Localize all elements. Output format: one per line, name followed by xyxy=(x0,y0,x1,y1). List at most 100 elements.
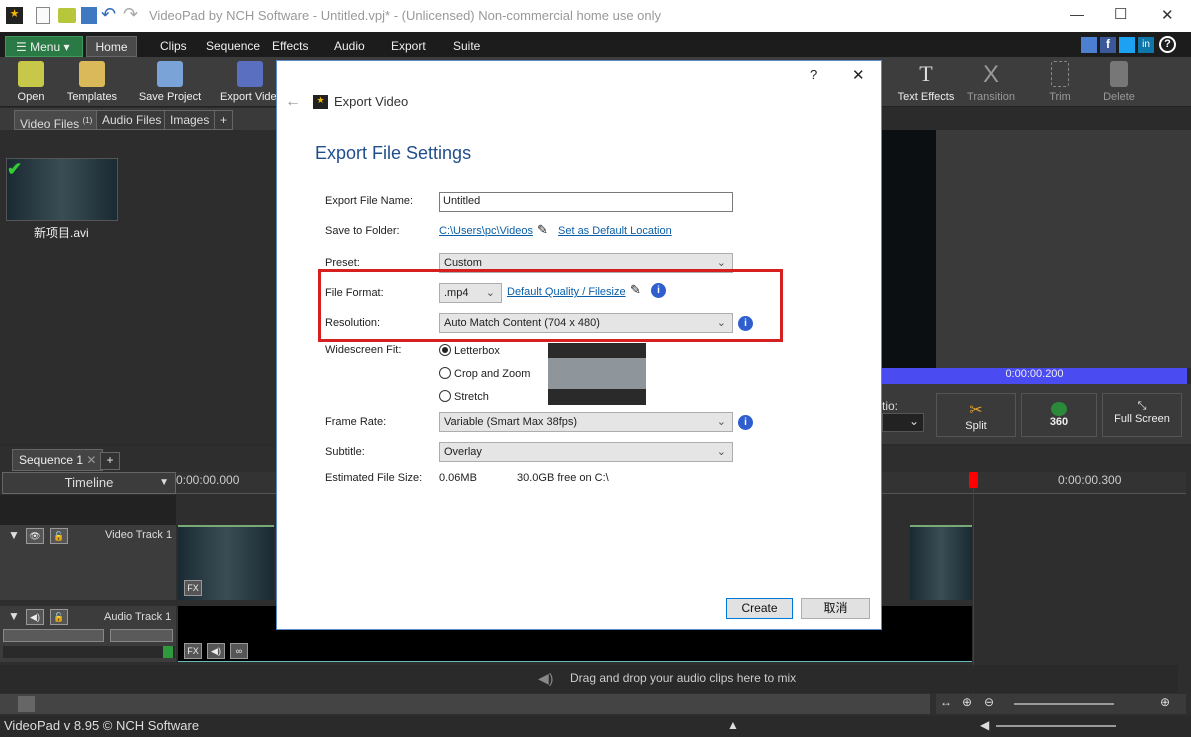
widescreen-preview xyxy=(548,343,646,405)
audio-fx-button[interactable]: FX xyxy=(184,643,202,659)
add-bin-tab[interactable]: + xyxy=(214,110,234,130)
radio-letterbox[interactable]: Letterbox xyxy=(439,344,500,357)
minimize-button[interactable]: — xyxy=(1070,6,1084,22)
collapse-icon[interactable]: ▼ xyxy=(8,528,20,542)
undo-icon[interactable]: ↶ xyxy=(101,4,116,25)
folder-link[interactable]: C:\Users\pc\Videos xyxy=(439,225,533,237)
tab-sequence-1[interactable]: Sequence 1 ✕ xyxy=(12,449,104,471)
facebook-icon[interactable]: f xyxy=(1100,37,1116,53)
transition-button[interactable]: X Transition xyxy=(964,61,1018,103)
tab-effects[interactable]: Effects xyxy=(272,36,308,57)
video-clip[interactable]: FX xyxy=(178,525,274,600)
tab-home[interactable]: Home xyxy=(86,36,137,57)
like-icon[interactable] xyxy=(1081,37,1097,53)
menu-button[interactable]: ☰ Menu ▾ xyxy=(5,36,83,57)
tab-suite[interactable]: Suite xyxy=(453,36,480,57)
zoom-slider[interactable] xyxy=(1014,703,1114,705)
open-icon[interactable] xyxy=(58,8,76,23)
file-name-input[interactable]: Untitled xyxy=(439,192,733,212)
ratio-label: tio: xyxy=(882,399,899,413)
tab-video-files[interactable]: Video Files (1) xyxy=(14,110,99,131)
split-button[interactable]: ✂ Split xyxy=(936,393,1016,437)
edit-pencil-icon[interactable]: ✎ xyxy=(630,282,641,298)
horizontal-scrollbar[interactable] xyxy=(0,694,930,714)
radio-stretch[interactable]: Stretch xyxy=(439,390,489,403)
lock-icon[interactable]: 🔓 xyxy=(50,528,68,544)
help-icon[interactable]: ? xyxy=(1159,36,1176,53)
tab-audio[interactable]: Audio xyxy=(334,36,365,57)
subtitle-dropdown[interactable]: Overlay ⌄ xyxy=(439,442,733,462)
resolution-dropdown[interactable]: Auto Match Content (704 x 480) ⌄ xyxy=(439,313,733,333)
delete-button[interactable]: Delete xyxy=(1098,61,1140,103)
radio-crop-zoom[interactable]: Crop and Zoom xyxy=(439,367,530,380)
dialog-title: Export Video xyxy=(334,94,409,109)
file-format-dropdown[interactable]: .mp4 ⌄ xyxy=(439,283,502,303)
window-title: VideoPad by NCH Software - Untitled.vpj*… xyxy=(149,8,662,23)
redo-icon[interactable]: ↷ xyxy=(123,4,138,25)
tab-export[interactable]: Export xyxy=(391,36,426,57)
tab-images[interactable]: Images xyxy=(164,110,216,130)
audio-drop-zone[interactable]: ◀) Drag and drop your audio clips here t… xyxy=(0,665,1178,693)
fit-icon[interactable]: ↔ xyxy=(940,695,952,709)
tab-sequence[interactable]: Sequence xyxy=(206,36,260,57)
maximize-button[interactable]: ☐ xyxy=(1114,5,1127,23)
edit-pencil-icon[interactable]: ✎ xyxy=(537,222,548,238)
preview-timebar[interactable]: 0:00:00.200 xyxy=(882,368,1187,384)
preview-controls: tio: ⌄ ✂ Split 360 ⤡ Full Screen xyxy=(882,384,1191,444)
zoom-in-icon[interactable]: ⊕ xyxy=(1160,695,1170,709)
info-icon[interactable]: i xyxy=(651,283,666,298)
frame-rate-dropdown[interactable]: Variable (Smart Max 38fps) ⌄ xyxy=(439,412,733,432)
dialog-close-button[interactable]: ✕ xyxy=(852,66,865,84)
linkedin-icon[interactable]: in xyxy=(1138,37,1154,53)
timeline-mode-dropdown[interactable]: Timeline ▼ xyxy=(2,472,176,494)
cancel-button[interactable]: 取消 xyxy=(801,598,870,619)
dialog-help-button[interactable]: ? xyxy=(810,67,817,82)
speaker-icon[interactable]: ◀) xyxy=(26,609,44,625)
save-project-button[interactable]: Save Project xyxy=(136,61,204,103)
eye-icon[interactable]: 👁 xyxy=(26,528,44,544)
audio-track-header: ▼ ◀) 🔓 Audio Track 1 xyxy=(0,606,176,662)
set-default-location-link[interactable]: Set as Default Location xyxy=(558,225,672,237)
add-sequence-button[interactable]: + xyxy=(100,452,120,470)
playhead[interactable] xyxy=(969,472,978,488)
info-icon[interactable]: i xyxy=(738,415,753,430)
create-button[interactable]: Create xyxy=(726,598,793,619)
video-clip-end[interactable] xyxy=(910,525,972,600)
text-effects-button[interactable]: T Text Effects xyxy=(894,61,958,103)
tab-audio-files[interactable]: Audio Files xyxy=(96,110,168,130)
360-button[interactable]: 360 xyxy=(1021,393,1097,437)
zoom-selection-icon[interactable]: ⊕ xyxy=(962,695,972,709)
export-video-button[interactable]: Export Video xyxy=(220,61,280,103)
tab-clips[interactable]: Clips xyxy=(160,36,187,57)
info-icon[interactable]: i xyxy=(738,316,753,331)
clip-thumbnail[interactable]: ✔ xyxy=(6,158,118,221)
fullscreen-button[interactable]: ⤡ Full Screen xyxy=(1102,393,1182,437)
master-volume-slider[interactable] xyxy=(996,725,1116,727)
trim-button[interactable]: Trim xyxy=(1040,61,1080,103)
expand-icon[interactable]: ▲ xyxy=(727,718,739,732)
volume-slider[interactable] xyxy=(3,629,104,642)
save-icon xyxy=(157,61,183,87)
lock-icon[interactable]: 🔓 xyxy=(50,609,68,625)
twitter-icon[interactable] xyxy=(1119,37,1135,53)
label-preset: Preset: xyxy=(325,257,360,269)
fx-button[interactable]: FX xyxy=(184,580,202,596)
new-icon[interactable] xyxy=(36,7,50,24)
open-button[interactable]: Open xyxy=(10,61,52,103)
label-file-size: Estimated File Size: xyxy=(325,472,423,484)
templates-button[interactable]: Templates xyxy=(62,61,122,103)
close-button[interactable]: ✕ xyxy=(1161,6,1174,24)
pan-slider[interactable] xyxy=(110,629,173,642)
templates-icon xyxy=(79,61,105,87)
back-arrow-icon[interactable]: ← xyxy=(285,93,301,111)
preview-video xyxy=(882,130,936,368)
close-tab-icon[interactable]: ✕ xyxy=(86,453,96,467)
ratio-dropdown[interactable]: ⌄ xyxy=(882,413,924,432)
quality-link[interactable]: Default Quality / Filesize xyxy=(507,286,626,298)
collapse-icon[interactable]: ▼ xyxy=(8,609,20,623)
link-icon[interactable]: ∞ xyxy=(230,643,248,659)
speaker-icon[interactable]: ◀) xyxy=(207,643,225,659)
save-icon[interactable] xyxy=(81,7,97,24)
zoom-out-icon[interactable]: ⊖ xyxy=(984,695,994,709)
label-resolution: Resolution: xyxy=(325,317,381,329)
